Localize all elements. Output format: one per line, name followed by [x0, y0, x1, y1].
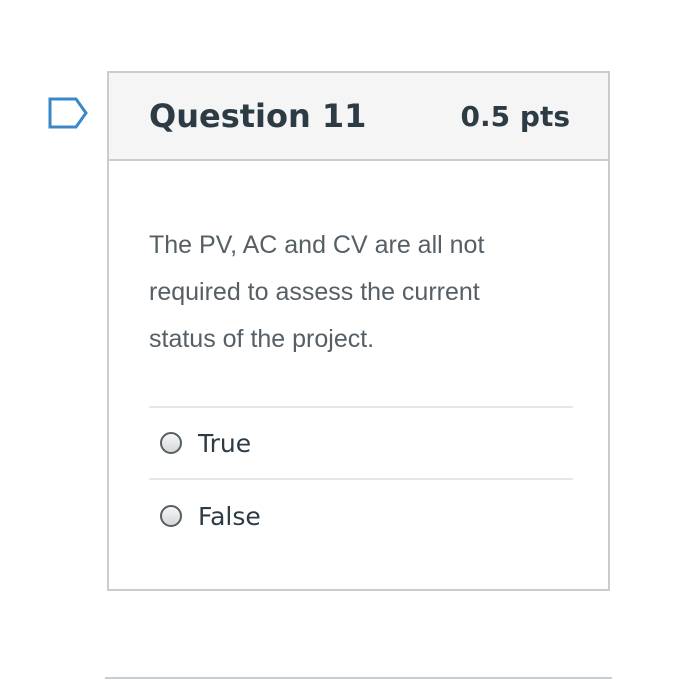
- question-body: The PV, AC and CV are all not required t…: [109, 222, 608, 552]
- question-text: The PV, AC and CV are all not required t…: [149, 231, 485, 353]
- radio-button-false[interactable]: [160, 505, 182, 527]
- answer-option-false[interactable]: False: [149, 480, 573, 552]
- question-header: Question 11 0.5 pts: [109, 73, 608, 161]
- question-points: 0.5 pts: [460, 99, 570, 133]
- answer-list: True False: [149, 406, 573, 552]
- question-title: Question 11: [149, 97, 367, 135]
- flag-question-icon[interactable]: [48, 97, 88, 129]
- answer-label-true[interactable]: True: [198, 429, 251, 458]
- radio-button-true[interactable]: [160, 432, 182, 454]
- next-question-divider: [105, 677, 612, 679]
- answer-label-false[interactable]: False: [198, 502, 261, 531]
- question-card: Question 11 0.5 pts The PV, AC and CV ar…: [107, 71, 610, 591]
- answer-option-true[interactable]: True: [149, 408, 573, 480]
